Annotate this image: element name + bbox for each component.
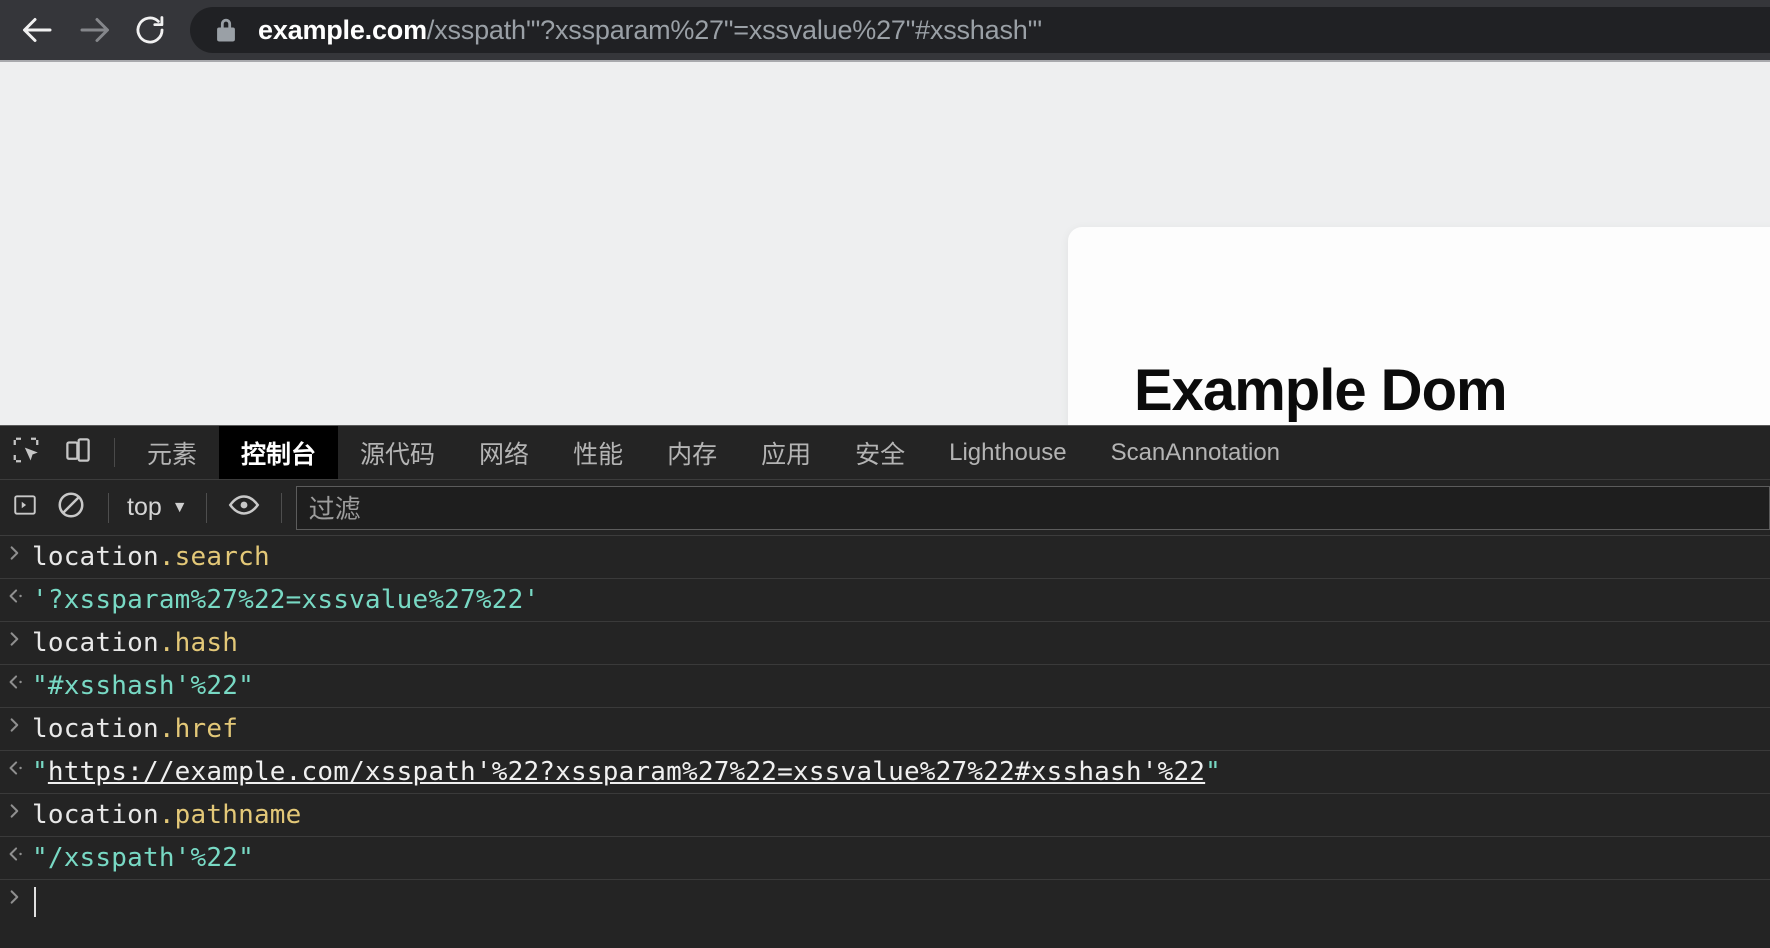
console-input-row[interactable]: location.search bbox=[0, 536, 1770, 579]
console-input-expression: location.search bbox=[30, 540, 1770, 574]
inspect-element-icon bbox=[11, 435, 41, 470]
browser-toolbar: example.com/xsspath'"?xssparam%27"=xssva… bbox=[0, 0, 1770, 62]
console-input-expression: location.href bbox=[30, 712, 1770, 746]
context-label: top bbox=[127, 493, 162, 521]
expression-property: .search bbox=[158, 542, 270, 572]
device-toolbar-icon bbox=[63, 435, 93, 470]
tab-lighthouse[interactable]: Lighthouse bbox=[927, 426, 1088, 479]
console-input-chevron-icon bbox=[0, 798, 30, 820]
console-input-chevron-icon bbox=[0, 626, 30, 648]
tab-memory[interactable]: 内存 bbox=[645, 426, 739, 479]
tab-network[interactable]: 网络 bbox=[457, 426, 551, 479]
console-output-value: "#xsshash'%22" bbox=[30, 669, 1770, 703]
console-input-expression: location.pathname bbox=[30, 798, 1770, 832]
devtools-panel: 元素 控制台 源代码 网络 性能 内存 应用 安全 Lighthouse Sca… bbox=[0, 425, 1770, 948]
javascript-context-selector[interactable]: top ▼ bbox=[123, 493, 192, 522]
console-sidebar-button[interactable] bbox=[2, 485, 48, 531]
console-input-row[interactable]: location.href bbox=[0, 708, 1770, 751]
back-arrow-icon bbox=[20, 12, 56, 48]
page-heading: Example Dom bbox=[1134, 358, 1508, 423]
console-output-value: '?xssparam%27%22=xssvalue%27%22' bbox=[30, 583, 1770, 617]
clear-console-icon bbox=[56, 490, 86, 525]
console-input-chevron-icon bbox=[0, 540, 30, 562]
url-host: example.com bbox=[258, 14, 427, 45]
address-bar-text: example.com/xsspath'"?xssparam%27"=xssva… bbox=[258, 15, 1042, 46]
console-filter-placeholder: 过滤 bbox=[308, 494, 361, 524]
expression-object: location bbox=[32, 628, 159, 658]
console-return-arrow-icon bbox=[0, 755, 30, 777]
tab-sources[interactable]: 源代码 bbox=[338, 426, 457, 479]
tab-elements[interactable]: 元素 bbox=[125, 426, 219, 479]
tab-application[interactable]: 应用 bbox=[739, 426, 833, 479]
example-domain-card: Example Dom bbox=[1068, 227, 1770, 425]
device-toolbar-button[interactable] bbox=[52, 426, 104, 479]
console-log-list: location.search '?xssparam%27%22=xssvalu… bbox=[0, 536, 1770, 948]
console-input-expression: location.hash bbox=[30, 626, 1770, 660]
console-return-arrow-icon bbox=[0, 669, 30, 691]
console-prompt-input[interactable] bbox=[30, 884, 1770, 918]
output-quote-open: " bbox=[32, 757, 48, 787]
console-toolbar-divider-3 bbox=[280, 492, 282, 523]
url-path: /xsspath'"?xssparam%27"=xssvalue%27"#xss… bbox=[426, 14, 1042, 45]
expression-object: location bbox=[32, 714, 159, 744]
expression-property: .href bbox=[158, 714, 239, 744]
output-string: "/xsspath'%22" bbox=[32, 843, 254, 873]
clear-console-button[interactable] bbox=[48, 485, 94, 531]
tab-security[interactable]: 安全 bbox=[833, 426, 927, 479]
output-string: '?xssparam%27%22=xssvalue%27%22' bbox=[32, 585, 540, 615]
toolbar-divider bbox=[114, 438, 115, 467]
reload-icon bbox=[133, 13, 167, 47]
output-url-link[interactable]: https://example.com/xsspath'%22?xssparam… bbox=[48, 757, 1205, 787]
tab-scanannotation[interactable]: ScanAnnotation bbox=[1089, 426, 1302, 479]
console-toolbar: top ▼ 过滤 bbox=[0, 480, 1770, 536]
tab-console[interactable]: 控制台 bbox=[219, 426, 339, 479]
forward-arrow-icon bbox=[76, 12, 112, 48]
console-output-value: "/xsspath'%22" bbox=[30, 841, 1770, 875]
lock-icon[interactable] bbox=[214, 16, 238, 44]
console-filter-input[interactable]: 过滤 bbox=[295, 485, 1770, 530]
expression-property: .hash bbox=[158, 628, 239, 658]
console-output-row: "/xsspath'%22" bbox=[0, 837, 1770, 880]
console-output-value: "https://example.com/xsspath'%22?xsspara… bbox=[30, 755, 1770, 789]
console-return-arrow-icon bbox=[0, 583, 30, 605]
expression-object: location bbox=[32, 800, 159, 830]
console-output-row: '?xssparam%27%22=xssvalue%27%22' bbox=[0, 579, 1770, 622]
live-expression-button[interactable] bbox=[221, 485, 267, 531]
console-toolbar-divider-1 bbox=[108, 492, 109, 523]
expression-object: location bbox=[32, 542, 159, 572]
console-output-row: "https://example.com/xsspath'%22?xsspara… bbox=[0, 751, 1770, 794]
forward-button[interactable] bbox=[66, 2, 122, 58]
expression-property: .pathname bbox=[158, 800, 302, 830]
inspect-element-button[interactable] bbox=[0, 426, 52, 479]
tab-performance[interactable]: 性能 bbox=[551, 426, 645, 479]
page-viewport: Example Dom bbox=[0, 62, 1770, 425]
back-button[interactable] bbox=[10, 2, 66, 58]
chevron-down-icon: ▼ bbox=[171, 498, 188, 516]
reload-button[interactable] bbox=[122, 2, 178, 58]
text-cursor bbox=[34, 886, 36, 917]
console-input-row[interactable]: location.hash bbox=[0, 622, 1770, 665]
output-string: "#xsshash'%22" bbox=[32, 671, 254, 701]
console-prompt-row[interactable] bbox=[0, 880, 1770, 922]
console-prompt-chevron-icon bbox=[0, 884, 30, 906]
console-sidebar-icon bbox=[12, 492, 38, 523]
output-quote-close: " bbox=[1205, 757, 1222, 787]
live-expression-eye-icon bbox=[228, 492, 260, 523]
console-input-chevron-icon bbox=[0, 712, 30, 734]
console-output-row: "#xsshash'%22" bbox=[0, 665, 1770, 708]
console-return-arrow-icon bbox=[0, 841, 30, 863]
console-toolbar-divider-2 bbox=[205, 492, 207, 523]
console-input-row[interactable]: location.pathname bbox=[0, 794, 1770, 837]
address-bar[interactable]: example.com/xsspath'"?xssparam%27"=xssva… bbox=[190, 7, 1770, 53]
devtools-tabbar: 元素 控制台 源代码 网络 性能 内存 应用 安全 Lighthouse Sca… bbox=[0, 426, 1770, 480]
